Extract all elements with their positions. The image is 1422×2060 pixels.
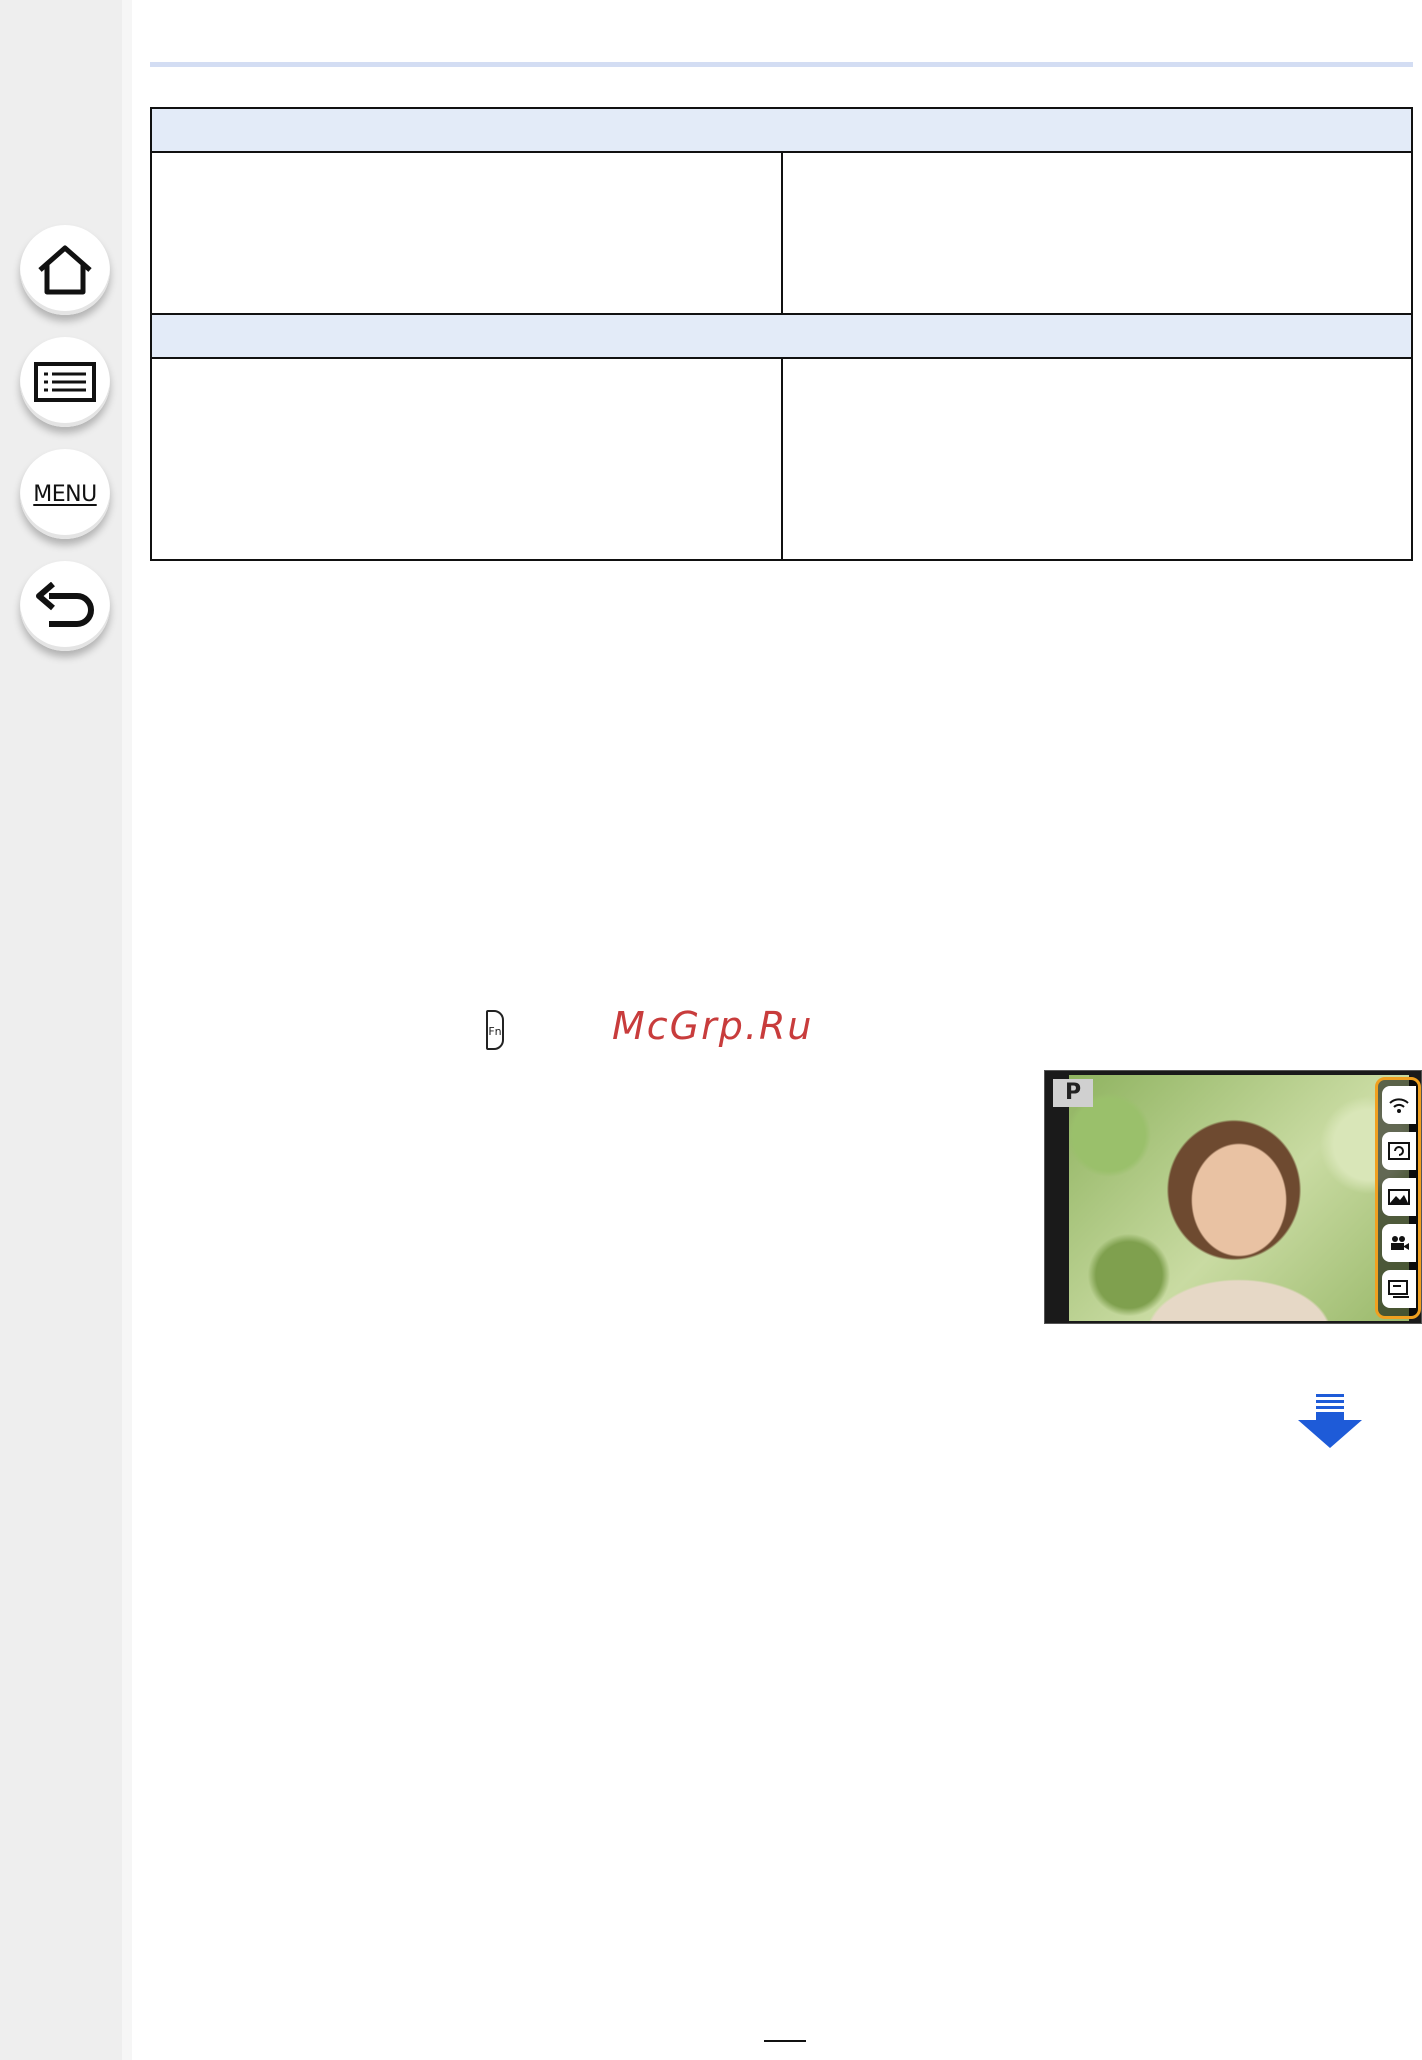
- table-cell: [780, 357, 1413, 561]
- table-header-row: [150, 107, 1413, 153]
- home-button[interactable]: [20, 225, 110, 315]
- mode-badge: P: [1053, 1079, 1093, 1107]
- table-row: [150, 151, 1413, 315]
- portrait-photo: [1069, 1075, 1409, 1321]
- wifi-icon[interactable]: [1382, 1086, 1416, 1124]
- table-header-cell: [150, 107, 1413, 153]
- table-header-cell: [150, 313, 1413, 359]
- camera-screen-illustration: P: [1044, 1070, 1422, 1324]
- watermark: McGrp.Ru: [612, 1004, 814, 1048]
- display-icon[interactable]: [1382, 1270, 1416, 1308]
- back-button[interactable]: [20, 561, 110, 651]
- video-icon[interactable]: [1382, 1224, 1416, 1262]
- continue-arrow-icon: [1298, 1394, 1362, 1448]
- table-cell: [780, 151, 1413, 315]
- sidebar-edge: [122, 0, 132, 2060]
- menu-label: MENU: [33, 481, 97, 507]
- table-cell: [150, 357, 783, 561]
- list-icon: [34, 362, 96, 402]
- contents-button[interactable]: [20, 337, 110, 427]
- fn-button-icon: Fn: [486, 1010, 504, 1050]
- header-rule: [150, 62, 1413, 67]
- menu-button[interactable]: MENU: [20, 449, 110, 539]
- picture-icon[interactable]: [1382, 1178, 1416, 1216]
- table-header-row: [150, 313, 1413, 359]
- table-row: [150, 357, 1413, 561]
- table-cell: [150, 151, 783, 315]
- home-icon: [38, 245, 92, 295]
- page-number-underline: [764, 2040, 806, 2042]
- touch-tabs-highlight: [1375, 1077, 1421, 1319]
- rotate-icon[interactable]: [1382, 1132, 1416, 1170]
- settings-table: [150, 107, 1413, 561]
- back-arrow-icon: [36, 582, 94, 627]
